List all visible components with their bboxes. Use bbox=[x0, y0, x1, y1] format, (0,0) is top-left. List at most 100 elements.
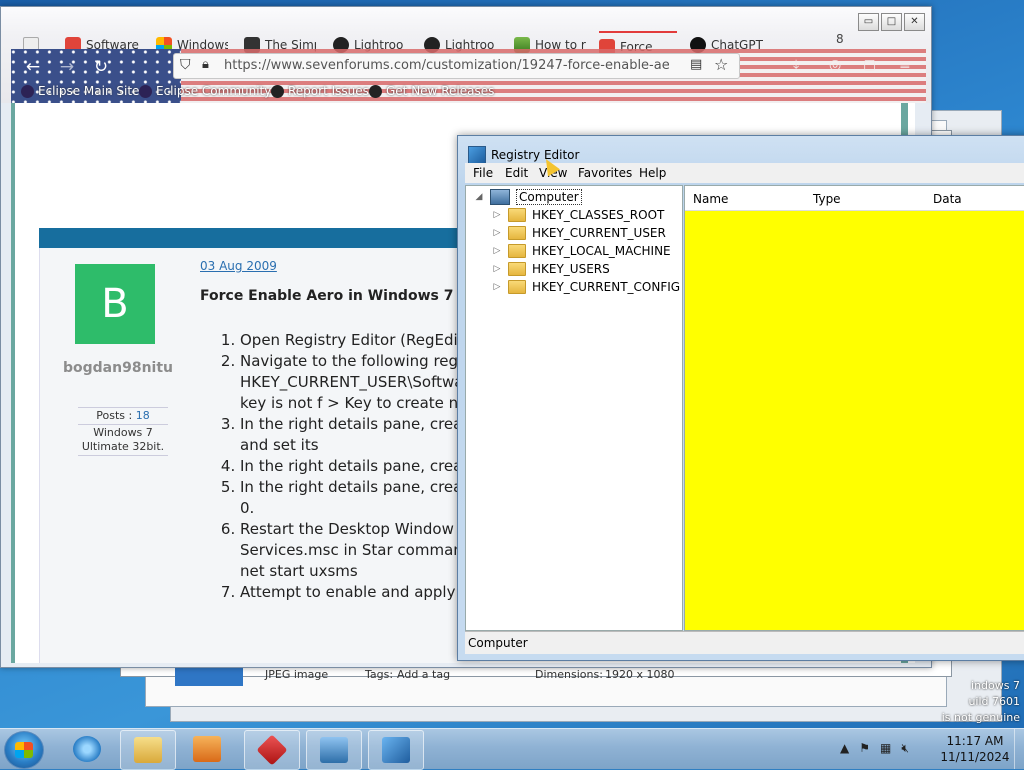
bookmark-label: Report Issues bbox=[288, 84, 369, 98]
folder-icon bbox=[508, 280, 526, 294]
column-data[interactable]: Data bbox=[933, 192, 962, 206]
volume-muted-icon[interactable]: 🔇︎ bbox=[901, 741, 909, 756]
tree-node-hkey[interactable]: ▷ HKEY_CLASSES_ROOT bbox=[492, 208, 664, 222]
regedit-titlebar[interactable]: Registry Editor bbox=[468, 146, 579, 164]
bookmark-report-issues[interactable]: Report Issues bbox=[271, 84, 369, 98]
github-icon bbox=[369, 84, 382, 98]
tree-node-computer[interactable]: ◢ Computer bbox=[474, 189, 582, 205]
bookmark-get-new-releases[interactable]: Get New Releases bbox=[369, 84, 494, 98]
download-icon[interactable]: ⤓ bbox=[793, 57, 799, 73]
network-icon[interactable]: ▦ bbox=[880, 741, 891, 756]
expand-arrow-icon[interactable]: ▷ bbox=[492, 282, 502, 292]
taskbar-ie[interactable] bbox=[60, 730, 114, 768]
extensions-icon[interactable]: ▢ bbox=[863, 57, 876, 73]
bookmark-eclipse-community[interactable]: Eclipse Community bbox=[139, 84, 271, 98]
clock[interactable]: 11:17 AM 11/11/2024 bbox=[935, 733, 1015, 765]
user-os: Windows 7 Ultimate 32bit. bbox=[81, 426, 165, 453]
registry-editor-icon bbox=[468, 146, 486, 164]
tree-node-label: HKEY_CURRENT_CONFIG bbox=[532, 280, 681, 294]
reload-button[interactable]: ↻ bbox=[89, 55, 113, 79]
file-type: JPEG image bbox=[265, 668, 329, 681]
folder-icon bbox=[508, 226, 526, 240]
column-name[interactable]: Name bbox=[693, 192, 728, 206]
tree-node-hkey[interactable]: ▷ HKEY_CURRENT_CONFIG bbox=[492, 280, 680, 294]
bookmark-star-icon[interactable]: ☆ bbox=[714, 55, 728, 74]
back-button[interactable]: ← bbox=[21, 55, 45, 79]
registry-editor-icon bbox=[382, 737, 410, 763]
watermark-line: is not genuine bbox=[941, 711, 1020, 724]
folder-icon bbox=[508, 244, 526, 258]
menu-help[interactable]: Help bbox=[639, 166, 666, 180]
taskbar-red-app[interactable] bbox=[244, 730, 300, 770]
address-bar[interactable]: ⛉ 🔒︎ https://www.sevenforums.com/customi… bbox=[173, 53, 740, 79]
column-type[interactable]: Type bbox=[813, 192, 841, 206]
photo-info-bar: JPEG image Tags: Add a tag Dimensions: 1… bbox=[175, 668, 945, 688]
tab-count-badge[interactable]: 8 bbox=[836, 32, 844, 46]
bookmark-label: Eclipse Community bbox=[156, 84, 272, 98]
taskbar-media-player[interactable] bbox=[180, 730, 234, 768]
show-desktop-button[interactable] bbox=[1014, 729, 1024, 769]
tree-node-hkey[interactable]: ▷ HKEY_LOCAL_MACHINE bbox=[492, 244, 671, 258]
taskbar: ▲ ⚑ ▦ 🔇︎ 11:17 AM 11/11/2024 bbox=[0, 728, 1024, 770]
post-header-bar bbox=[39, 228, 479, 248]
registry-tree: ◢ Computer ▷ HKEY_CLASSES_ROOT ▷ HKEY_CU… bbox=[465, 185, 683, 631]
taskbar-regedit[interactable] bbox=[368, 730, 424, 770]
tree-node-label: HKEY_CLASSES_ROOT bbox=[532, 208, 665, 222]
status-bar: Computer bbox=[465, 631, 1024, 654]
menu-edit[interactable]: Edit bbox=[505, 166, 528, 180]
registry-values-pane[interactable]: Name Type Data bbox=[684, 185, 1024, 631]
posts-value[interactable]: 18 bbox=[136, 409, 150, 422]
show-hidden-icons-icon[interactable]: ▲ bbox=[840, 741, 849, 756]
registry-editor-window: Registry Editor File Edit View Favorites… bbox=[457, 135, 1024, 661]
lock-icon[interactable]: 🔒︎ bbox=[202, 57, 209, 72]
start-button[interactable] bbox=[4, 731, 44, 769]
clock-date: 11/11/2024 bbox=[940, 750, 1010, 764]
tree-node-hkey[interactable]: ▷ HKEY_USERS bbox=[492, 262, 610, 276]
minimize-button[interactable]: ▭ bbox=[858, 13, 879, 31]
post-username[interactable]: bogdan98nitu bbox=[48, 360, 188, 376]
eclipse-icon bbox=[139, 84, 152, 98]
watermark-line: indows 7 bbox=[971, 679, 1020, 692]
list-header: Name Type Data bbox=[685, 186, 1024, 211]
tree-node-hkey[interactable]: ▷ HKEY_CURRENT_USER bbox=[492, 226, 666, 240]
post-date[interactable]: 03 Aug 2009 bbox=[200, 259, 277, 273]
posts-count: Posts : 18 bbox=[78, 409, 168, 423]
close-button[interactable]: ✕ bbox=[904, 13, 925, 31]
system-tray: ▲ ⚑ ▦ 🔇︎ bbox=[840, 741, 909, 756]
add-tag-link[interactable]: Add a tag bbox=[397, 668, 450, 681]
forward-button[interactable]: → bbox=[55, 55, 79, 79]
red-app-icon bbox=[256, 734, 288, 766]
bookmarks-bar: Eclipse Main Site Eclipse Community Repo… bbox=[11, 81, 926, 103]
post-title: Force Enable Aero in Windows 7 bbox=[200, 288, 454, 304]
expand-arrow-icon[interactable]: ▷ bbox=[492, 210, 502, 220]
flag-icon[interactable]: ⚑ bbox=[859, 741, 870, 756]
tags-label: Tags: bbox=[365, 668, 394, 681]
computer-icon bbox=[490, 189, 510, 205]
menu-favorites[interactable]: Favorites bbox=[578, 166, 632, 180]
media-player-icon bbox=[193, 736, 221, 762]
url-text[interactable]: https://www.sevenforums.com/customizatio… bbox=[224, 58, 669, 73]
internet-explorer-icon bbox=[73, 736, 101, 762]
taskbar-explorer[interactable] bbox=[120, 730, 176, 770]
tree-node-label: Computer bbox=[516, 189, 582, 205]
taskbar-control-panel[interactable] bbox=[306, 730, 362, 770]
account-icon[interactable]: ◎ bbox=[829, 57, 841, 73]
avatar[interactable]: B bbox=[75, 264, 155, 344]
bookmark-eclipse-main[interactable]: Eclipse Main Site bbox=[21, 84, 139, 98]
github-icon bbox=[271, 84, 284, 98]
expand-arrow-icon[interactable]: ▷ bbox=[492, 246, 502, 256]
collapse-arrow-icon[interactable]: ◢ bbox=[474, 192, 484, 202]
maximize-button[interactable]: □ bbox=[881, 13, 902, 31]
shield-icon[interactable]: ⛉ bbox=[180, 57, 191, 73]
user-info: Posts : 18 Windows 7 Ultimate 32bit. bbox=[78, 406, 168, 457]
expand-arrow-icon[interactable]: ▷ bbox=[492, 264, 502, 274]
folder-icon bbox=[508, 262, 526, 276]
posts-label: Posts : bbox=[96, 409, 136, 422]
windows-logo-icon bbox=[15, 742, 33, 758]
expand-arrow-icon[interactable]: ▷ bbox=[492, 228, 502, 238]
menu-file[interactable]: File bbox=[473, 166, 493, 180]
photo-thumbnail bbox=[175, 668, 243, 686]
menu-icon[interactable]: ≡ bbox=[899, 57, 911, 73]
dimensions-value: 1920 x 1080 bbox=[605, 668, 675, 681]
reader-view-icon[interactable]: ▤ bbox=[690, 57, 702, 72]
